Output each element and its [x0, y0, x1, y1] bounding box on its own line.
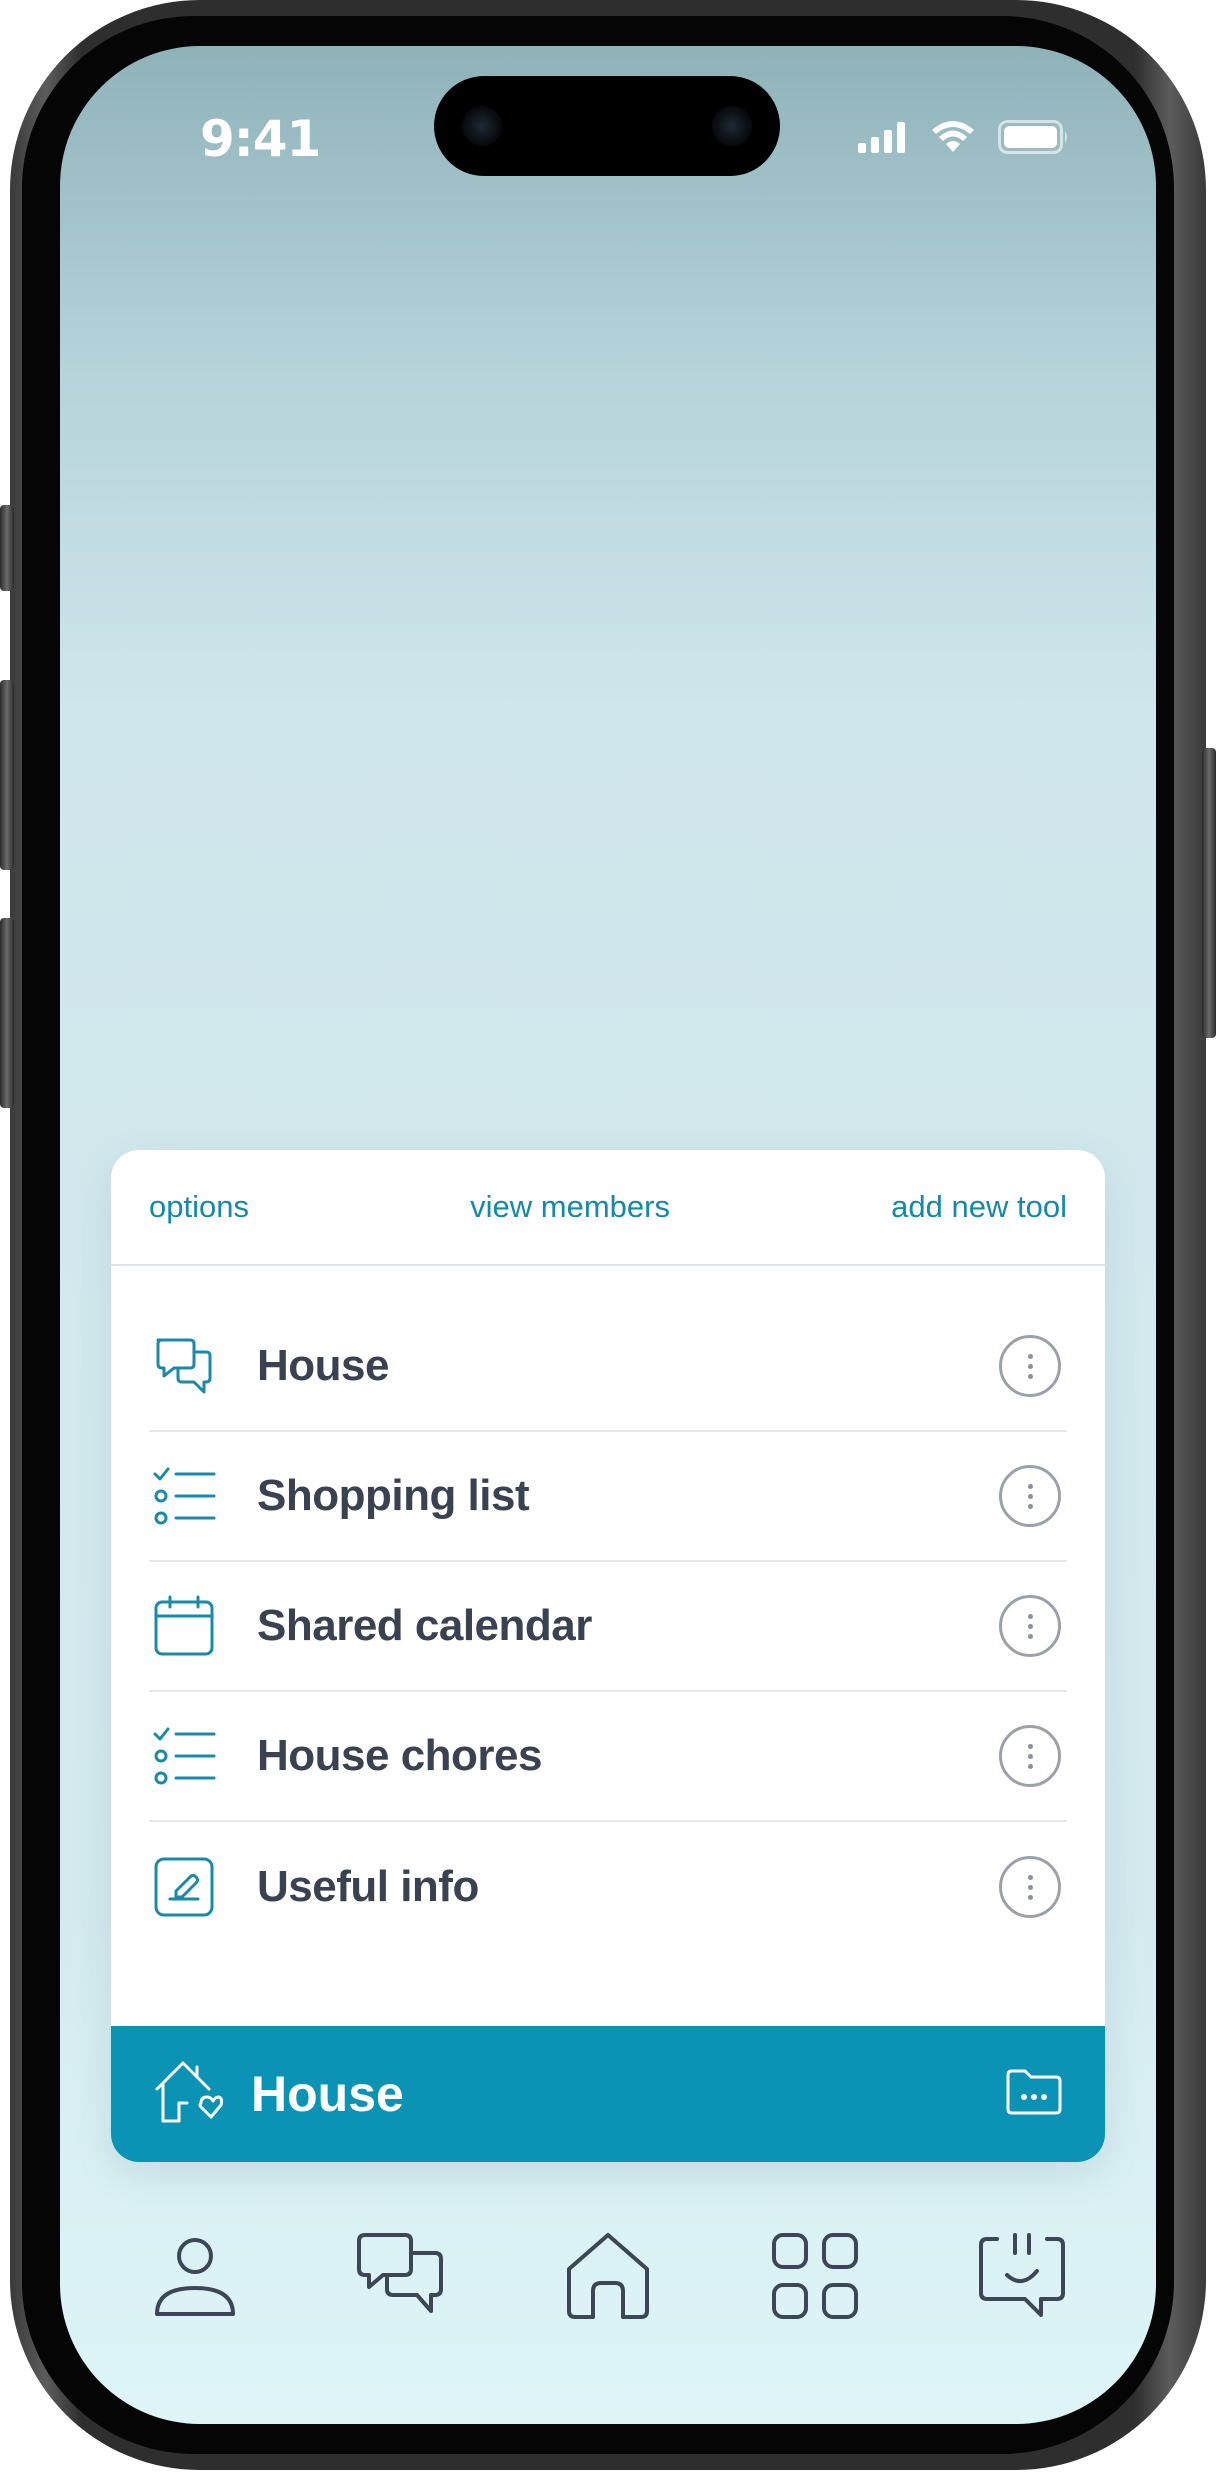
tool-label: Useful info — [257, 1862, 479, 1911]
more-options-icon[interactable] — [999, 1335, 1061, 1397]
action-button — [0, 505, 14, 591]
tool-label: House chores — [257, 1731, 542, 1780]
home-icon — [567, 2233, 649, 2319]
tab-assistant[interactable] — [972, 2226, 1072, 2326]
wifi-icon — [932, 121, 974, 152]
tool-label: Shared calendar — [257, 1601, 592, 1650]
tab-chats[interactable] — [350, 2226, 450, 2326]
volume-up-button — [0, 680, 14, 870]
tool-list: House Shopping list Shared calendar Hous… — [111, 1266, 1105, 1952]
front-camera — [462, 106, 502, 146]
tool-label: House — [257, 1341, 389, 1390]
chat-bubbles-icon — [149, 1331, 219, 1401]
tools-card: options view members add new tool House — [111, 1150, 1105, 2162]
tool-row-shopping-list[interactable]: Shopping list — [149, 1432, 1067, 1562]
footer-title: House — [251, 2066, 404, 2122]
checklist-icon — [149, 1461, 219, 1531]
grid-icon — [772, 2233, 858, 2319]
battery-icon — [998, 120, 1067, 154]
tab-profile[interactable] — [145, 2226, 245, 2326]
more-options-icon[interactable] — [999, 1725, 1061, 1787]
dynamic-island — [434, 76, 780, 176]
profile-icon — [155, 2238, 235, 2316]
folder-more-icon[interactable] — [1005, 2067, 1063, 2122]
calendar-icon — [149, 1591, 219, 1661]
tool-row-shared-calendar[interactable]: Shared calendar — [149, 1562, 1067, 1692]
screen: 9:41 options view members add new tool H… — [60, 46, 1156, 2424]
tool-row-useful-info[interactable]: Useful info — [149, 1822, 1067, 1952]
note-edit-icon — [149, 1852, 219, 1922]
status-icons — [856, 120, 1070, 154]
face-id-sensor — [712, 106, 752, 146]
power-button — [1202, 748, 1216, 1038]
assistant-icon — [979, 2233, 1065, 2317]
status-time: 9:41 — [200, 110, 321, 168]
tab-apps[interactable] — [765, 2226, 865, 2326]
signal-icon — [858, 122, 905, 153]
more-options-icon[interactable] — [999, 1465, 1061, 1527]
tool-row-house-chores[interactable]: House chores — [149, 1692, 1067, 1822]
view-members-link[interactable]: view members — [470, 1189, 670, 1225]
chat-bubbles-icon — [357, 2233, 443, 2313]
group-footer-bar[interactable]: House — [111, 2026, 1105, 2162]
volume-down-button — [0, 918, 14, 1108]
options-link[interactable]: options — [149, 1189, 249, 1225]
more-options-icon[interactable] — [999, 1856, 1061, 1918]
more-options-icon[interactable] — [999, 1595, 1061, 1657]
tool-label: Shopping list — [257, 1471, 530, 1520]
house-heart-icon — [153, 2059, 224, 2130]
tab-bar — [60, 2226, 1156, 2346]
add-new-tool-link[interactable]: add new tool — [891, 1189, 1067, 1225]
checklist-icon — [149, 1721, 219, 1791]
tab-home[interactable] — [558, 2226, 658, 2326]
card-links: options view members add new tool — [111, 1150, 1105, 1266]
tool-row-house[interactable]: House — [149, 1302, 1067, 1432]
